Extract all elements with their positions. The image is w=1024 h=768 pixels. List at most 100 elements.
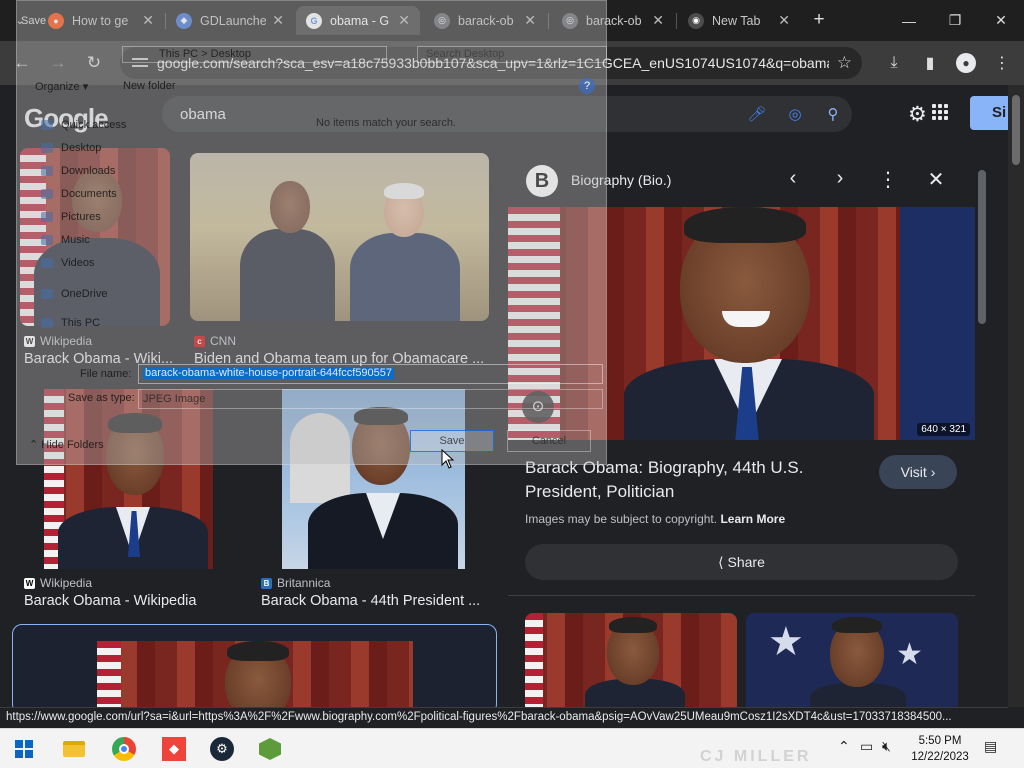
chrome-icon: ◉ <box>688 12 704 29</box>
flag-navy <box>900 207 975 440</box>
result-source: W Wikipedia <box>24 576 92 590</box>
dialog-address-path[interactable]: This PC > Desktop <box>122 46 387 63</box>
star-decoration: ★ <box>896 638 923 671</box>
google-apps-icon[interactable] <box>932 104 948 120</box>
dialog-nav-pane: Quick access Desktop Downloads Documents… <box>39 119 159 340</box>
nav-documents[interactable]: Documents <box>39 188 159 211</box>
system-clock[interactable]: 5:50 PM 12/22/2023 <box>907 733 973 765</box>
share-icon: ⟨ <box>718 554 728 570</box>
windows-taskbar: ◆ ⚙ ⌃ ▭ 🔇︎ 5:50 PM 12/22/2023 ▤ <box>0 728 1024 768</box>
voice-search-icon[interactable]: 🎤︎ <box>738 105 776 123</box>
browser-menu-icon[interactable]: ⋮ <box>988 49 1016 77</box>
restore-button[interactable]: ❐ <box>932 0 978 41</box>
new-tab-button[interactable]: + <box>808 8 830 32</box>
chrome-icon[interactable] <box>110 735 138 763</box>
minecraft-launcher-icon[interactable] <box>256 735 284 763</box>
selected-result-card[interactable] <box>12 624 497 707</box>
file-explorer-icon[interactable] <box>60 735 88 763</box>
windows-start-icon[interactable] <box>10 735 38 763</box>
minimize-button[interactable]: — <box>886 0 932 41</box>
tab-new-tab[interactable]: ◉ New Tab ✕ <box>678 6 800 35</box>
dialog-titlebar[interactable]: Save <box>17 1 606 31</box>
steam-icon[interactable]: ⚙ <box>208 735 236 763</box>
save-as-type-label: Save as type: <box>68 392 135 404</box>
search-icon[interactable]: ⚲ <box>814 105 852 123</box>
us-flag <box>525 613 543 707</box>
panel-scrollbar[interactable] <box>976 156 988 707</box>
watermark: CJ MILLER <box>700 748 812 765</box>
help-icon[interactable]: ? <box>579 78 595 94</box>
file-name-label: File name: <box>80 368 132 380</box>
result-source-label: Britannica <box>277 576 331 590</box>
share-label: Share <box>727 554 765 570</box>
hide-folders-toggle[interactable]: ⌃ Hide Folders <box>29 438 104 451</box>
nav-quick-access[interactable]: Quick access <box>39 119 159 142</box>
new-folder-button[interactable]: New folder <box>123 80 176 92</box>
empty-folder-message: No items match your search. <box>316 117 456 129</box>
star-decoration: ★ <box>768 620 804 664</box>
visit-button[interactable]: Visit › <box>879 455 957 489</box>
result-image-biography[interactable] <box>97 641 413 707</box>
mouse-cursor-icon <box>441 449 455 469</box>
previous-image-icon[interactable]: ‹ <box>780 167 806 190</box>
organize-menu[interactable]: Organize ▾ <box>35 80 88 93</box>
copyright-notice: Images may be subject to copyright. Lear… <box>525 512 785 526</box>
nav-pictures[interactable]: Pictures <box>39 211 159 234</box>
page-scrollbar[interactable] <box>1008 85 1024 707</box>
volume-muted-icon[interactable]: 🔇︎ <box>882 738 891 755</box>
hair <box>684 207 806 243</box>
dialog-search-input[interactable]: Search Desktop <box>417 46 607 63</box>
hide-folders-label: Hide Folders <box>41 439 104 451</box>
us-flag <box>97 641 121 707</box>
panel-divider <box>508 595 975 596</box>
visit-label: Visit <box>900 464 927 480</box>
close-window-button[interactable]: ✕ <box>978 0 1024 41</box>
nav-videos[interactable]: Videos <box>39 257 159 280</box>
close-panel-icon[interactable]: ✕ <box>923 167 949 192</box>
link-status-bar: https://www.google.com/url?sa=i&url=http… <box>0 707 1008 727</box>
next-image-icon[interactable]: › <box>827 167 853 190</box>
result-title[interactable]: Barack Obama - Wikipedia <box>24 593 224 609</box>
show-hidden-icons-chevron-icon[interactable]: ⌃ <box>838 738 850 755</box>
nav-onedrive[interactable]: OneDrive <box>39 288 159 311</box>
lens-search-icon[interactable]: ◎ <box>776 105 814 123</box>
learn-more-link[interactable]: Learn More <box>720 512 785 526</box>
cancel-button[interactable]: Cancel <box>507 430 591 452</box>
tab-separator <box>676 13 677 29</box>
file-name-value[interactable]: barack-obama-white-house-portrait-644fcc… <box>143 367 395 379</box>
image-dimensions: 640 × 321 <box>917 423 970 436</box>
side-panel-icon[interactable]: ▮ <box>916 49 944 77</box>
related-image-2[interactable]: ★ ★ <box>746 613 958 707</box>
profile-avatar-icon[interactable]: ● <box>952 49 980 77</box>
related-image-1[interactable] <box>525 613 737 707</box>
bookmark-star-icon[interactable]: ☆ <box>837 53 852 73</box>
result-title[interactable]: Barack Obama - 44th President ... <box>261 593 486 609</box>
network-icon[interactable]: ▭ <box>860 738 873 755</box>
nav-this-pc[interactable]: This PC <box>39 317 159 340</box>
file-name-input[interactable]: barack-obama-white-house-portrait-644fcc… <box>138 364 603 384</box>
more-options-icon[interactable]: ⋮ <box>875 167 901 192</box>
page-scrollbar-thumb[interactable] <box>1012 95 1020 165</box>
result-source-label: Wikipedia <box>40 576 93 590</box>
settings-gear-icon[interactable]: ⚙ <box>908 102 927 127</box>
hair <box>609 617 657 633</box>
tab-title: New Tab <box>712 13 761 28</box>
save-as-type-select[interactable]: JPEG Image <box>138 389 603 409</box>
panel-scrollbar-thumb[interactable] <box>978 170 986 324</box>
close-tab-icon[interactable]: ✕ <box>652 12 664 29</box>
download-icon[interactable]: ⤓ <box>880 49 908 77</box>
britannica-icon: B <box>261 577 272 589</box>
anydesk-icon[interactable]: ◆ <box>160 735 188 763</box>
close-tab-icon[interactable]: ✕ <box>778 12 790 29</box>
hair <box>832 617 882 633</box>
dialog-title: Save <box>21 15 47 27</box>
copyright-text: Images may be subject to copyright. <box>525 512 718 526</box>
share-button[interactable]: ⟨ Share <box>525 544 958 580</box>
save-as-dialog[interactable]: Save This PC > Desktop Search Desktop Or… <box>16 0 607 465</box>
nav-music[interactable]: Music <box>39 234 159 257</box>
nav-downloads[interactable]: Downloads <box>39 165 159 188</box>
notifications-icon[interactable]: ▤ <box>984 738 997 755</box>
chevron-right-icon: › <box>930 464 936 480</box>
clock-date: 12/22/2023 <box>911 751 969 763</box>
nav-desktop[interactable]: Desktop <box>39 142 159 165</box>
